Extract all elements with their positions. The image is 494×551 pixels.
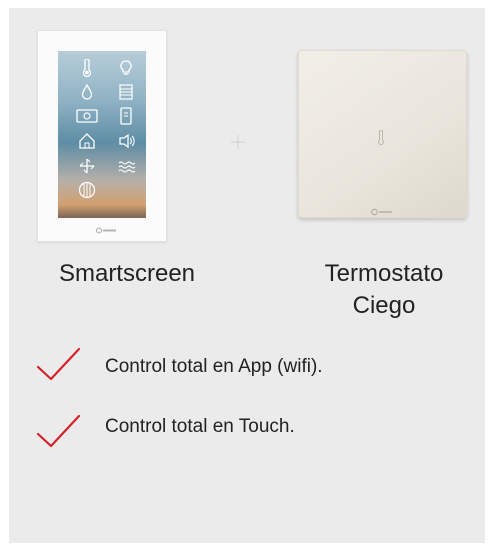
fan-icon (79, 158, 95, 174)
speaker-icon (119, 133, 135, 149)
thermometer-icon (82, 59, 92, 77)
home-icon (79, 133, 95, 149)
termostato-label: Termostato Ciego (324, 260, 444, 319)
thermometer-icon (378, 130, 384, 145)
waves-icon (118, 161, 136, 173)
lightbulb-icon (120, 60, 132, 75)
feature-item-app: Control total en App (wifi). (105, 356, 323, 377)
plus-icon (231, 135, 245, 149)
smartscreen-icon-grid (58, 55, 146, 215)
blinds-icon (119, 84, 133, 100)
termostato-device-image (298, 50, 467, 218)
device-icon (120, 107, 132, 125)
check-icon (36, 414, 81, 448)
grille-icon (78, 181, 96, 199)
smartscreen-device-image (37, 30, 167, 242)
airzone-logo (96, 227, 116, 234)
ac-unit-icon (76, 109, 98, 123)
smartscreen-display (58, 51, 146, 218)
check-icon (36, 347, 81, 381)
drop-icon (81, 83, 93, 100)
product-card: Smartscreen Termostato Ciego Control tot… (9, 8, 485, 543)
smartscreen-label: Smartscreen (58, 260, 196, 287)
feature-item-touch: Control total en Touch. (105, 416, 295, 437)
airzone-logo (371, 208, 392, 216)
